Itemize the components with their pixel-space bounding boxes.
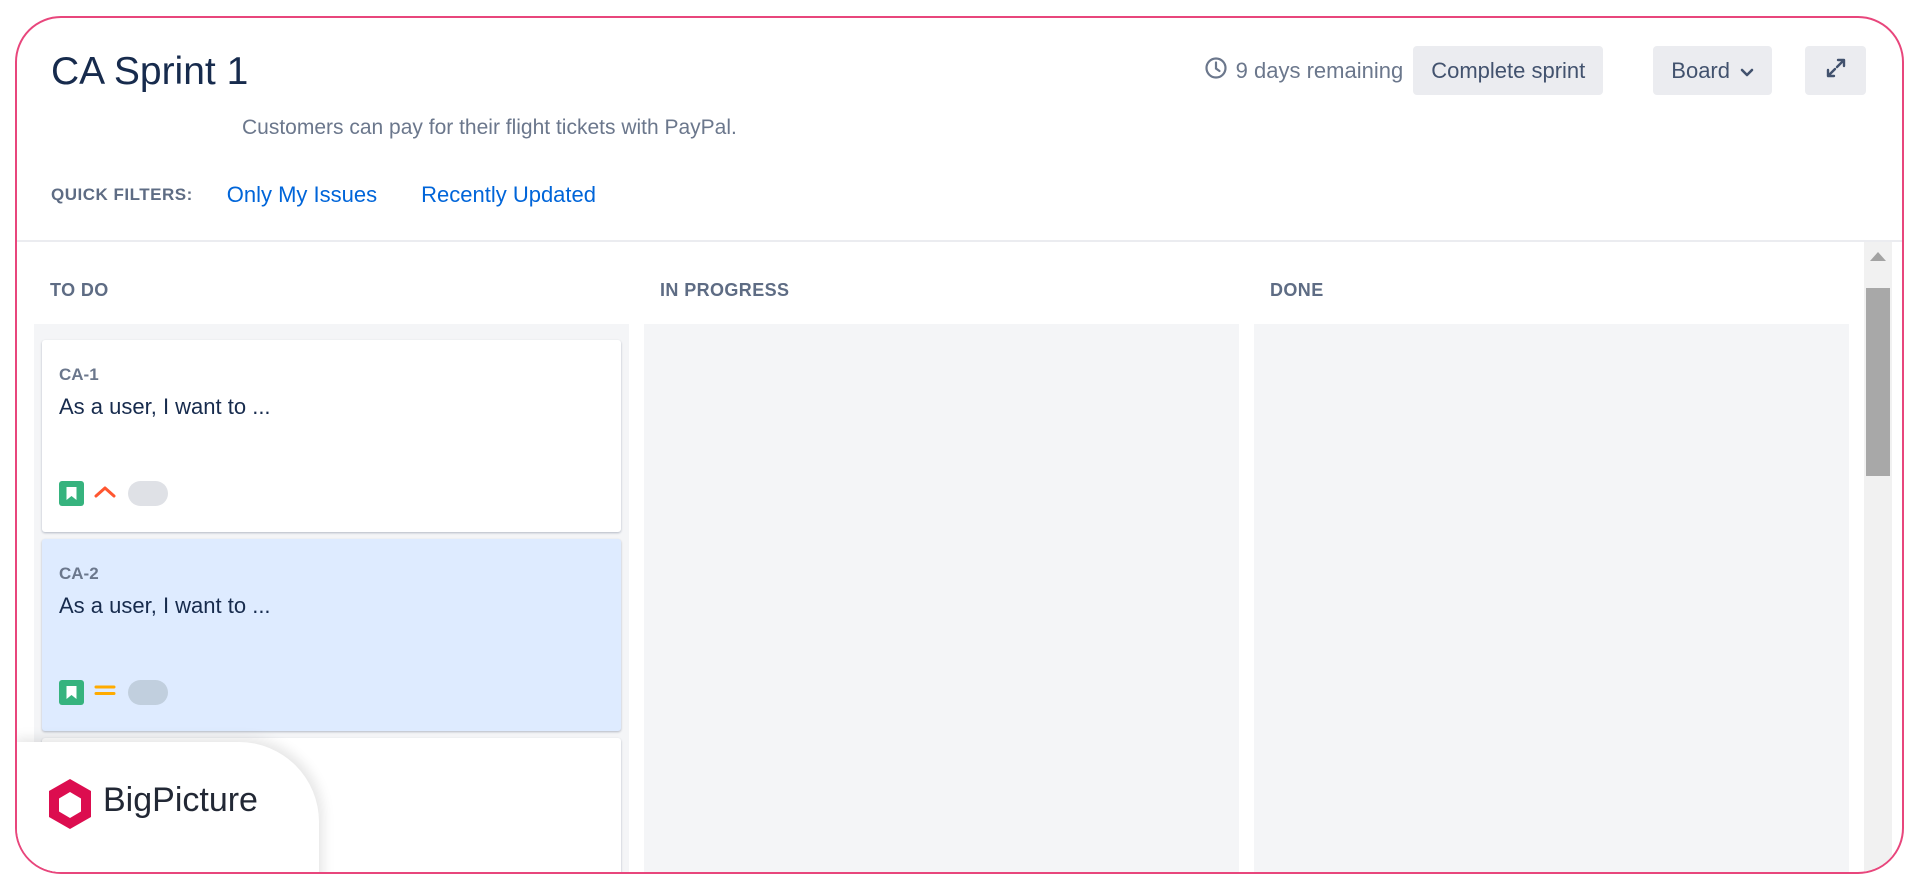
remaining-time: 9 days remaining [1204,56,1404,86]
issue-key: CA-1 [59,365,99,384]
header-divider [17,240,1902,242]
estimate-badge [128,680,168,705]
card-meta [59,481,168,506]
issue-key: CA-2 [59,564,99,583]
story-icon [59,481,84,506]
story-icon [59,680,84,705]
sprint-goal: Customers can pay for their flight ticke… [242,116,737,139]
estimate-badge [128,481,168,506]
header-actions: 9 days remaining Complete sprint Board [1204,46,1866,95]
remaining-label: 9 days remaining [1235,57,1404,83]
vertical-scrollbar[interactable] [1864,242,1892,872]
scrollbar-thumb[interactable] [1866,288,1890,476]
filter-recently-updated[interactable]: Recently Updated [421,182,596,208]
page-title: CA Sprint 1 [51,50,249,93]
bigpicture-logo-icon [47,778,93,835]
issue-summary: As a user, I want to ... [59,593,271,618]
issue-summary: As a user, I want to ... [59,394,271,419]
app-frame: CA Sprint 1 Customers can pay for their … [15,16,1904,874]
scroll-up-arrow-icon[interactable] [1870,252,1886,261]
clock-icon [1204,56,1228,86]
column-done[interactable] [1254,324,1849,872]
board-dropdown[interactable]: Board [1653,46,1772,95]
board-label: Board [1671,57,1730,83]
column-title-in-progress: IN PROGRESS [660,280,790,300]
column-in-progress[interactable] [644,324,1239,872]
chevron-down-icon [1740,58,1754,84]
filter-only-my-issues[interactable]: Only My Issues [227,182,377,208]
quick-filters: QUICK FILTERS: Only My Issues Recently U… [51,182,640,208]
column-title-done: DONE [1270,280,1324,300]
column-title-todo: TO DO [50,280,109,300]
issue-card[interactable]: CA-2 As a user, I want to ... [42,539,621,731]
brand-badge: BigPicture [17,742,319,872]
complete-sprint-button[interactable]: Complete sprint [1413,46,1604,95]
card-meta [59,680,168,705]
expand-icon [1823,55,1849,87]
quick-filters-label: QUICK FILTERS: [51,185,193,204]
priority-high-icon [94,484,116,503]
fullscreen-button[interactable] [1805,46,1866,95]
issue-card[interactable]: CA-1 As a user, I want to ... [42,340,621,532]
priority-medium-icon [94,683,116,702]
brand-name: BigPicture [103,781,258,819]
